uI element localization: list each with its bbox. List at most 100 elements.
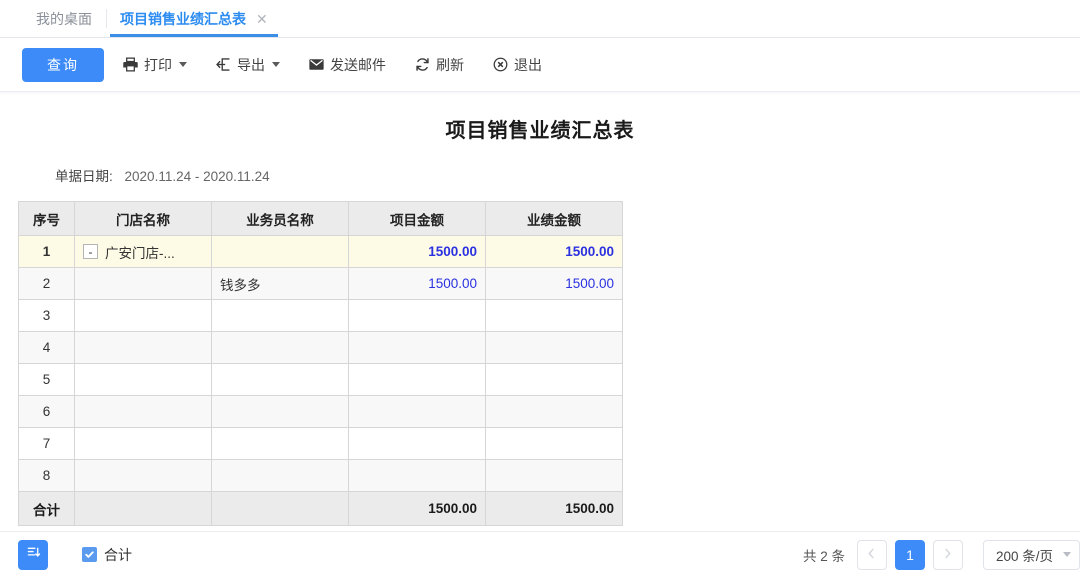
cell-performance-amount: 1500.00: [485, 235, 623, 268]
total-staff-name: [211, 491, 349, 526]
cell-staff-name: [211, 459, 349, 492]
page-size-select[interactable]: 200 条/页: [982, 539, 1080, 570]
export-icon: [215, 56, 232, 73]
cell-seq: 5: [18, 363, 75, 396]
cell-project-amount: [348, 299, 486, 332]
table-row[interactable]: 4: [18, 331, 623, 364]
close-icon[interactable]: ✕: [256, 12, 268, 26]
column-header-project-amount[interactable]: 项目金额: [348, 201, 486, 236]
toolbar: 查询 打印 导出 发送邮件 刷新 退出: [0, 38, 1080, 92]
cell-staff-name: [211, 395, 349, 428]
cell-store-name: - 广安门店-...: [74, 235, 212, 268]
print-label: 打印: [144, 56, 172, 73]
table-total-row: 合计 1500.00 1500.00: [18, 491, 623, 526]
export-label: 导出: [237, 56, 265, 73]
cell-seq: 7: [18, 427, 75, 460]
table-row[interactable]: 6: [18, 395, 623, 428]
cell-staff-name: 钱多多: [211, 267, 349, 300]
cell-project-amount: [348, 395, 486, 428]
pagination-total-text: 共 2 条: [802, 548, 845, 564]
cell-store-name: [74, 427, 212, 460]
query-button[interactable]: 查询: [22, 47, 104, 82]
pagination-page-1[interactable]: 1: [894, 539, 925, 570]
cell-performance-amount: [485, 427, 623, 460]
column-header-seq[interactable]: 序号: [18, 201, 75, 236]
export-button[interactable]: 导出: [205, 48, 290, 82]
table-row[interactable]: 3: [18, 299, 623, 332]
tab-project-sales-report[interactable]: 项目销售业绩汇总表 ✕: [106, 0, 282, 37]
cell-staff-name: [211, 299, 349, 332]
total-checkbox[interactable]: 合计: [82, 545, 132, 565]
row-expander-icon[interactable]: -: [83, 244, 98, 259]
cell-project-amount: [348, 363, 486, 396]
cell-project-amount: [348, 331, 486, 364]
column-header-staff-name[interactable]: 业务员名称: [211, 201, 349, 236]
cell-project-amount: 1500.00: [348, 235, 486, 268]
cell-performance-amount: [485, 363, 623, 396]
exit-label: 退出: [514, 56, 542, 73]
filter-date-label: 单据日期:: [55, 169, 113, 184]
cell-seq: 6: [18, 395, 75, 428]
cell-seq: 1: [18, 235, 75, 268]
mail-icon: [308, 56, 325, 73]
exit-circle-icon: [492, 56, 509, 73]
cell-store-name: [74, 459, 212, 492]
table-row[interactable]: 8: [18, 459, 623, 492]
chevron-right-icon: [943, 548, 952, 562]
column-header-performance-amount[interactable]: 业绩金额: [485, 201, 623, 236]
table-row[interactable]: 5: [18, 363, 623, 396]
report-table: 序号 门店名称 业务员名称 项目金额 业绩金额 1 - 广安门店-... 1500…: [18, 201, 623, 526]
cell-store-name: [74, 267, 212, 300]
pagination-next-button[interactable]: [932, 539, 963, 570]
tab-active-indicator: [110, 34, 278, 37]
refresh-label: 刷新: [436, 56, 464, 73]
store-name-text: 广安门店-...: [105, 245, 175, 261]
total-performance-amount: 1500.00: [485, 491, 623, 526]
cell-project-amount: 1500.00: [348, 267, 486, 300]
send-mail-label: 发送邮件: [330, 56, 386, 73]
cell-seq: 4: [18, 331, 75, 364]
chevron-down-icon[interactable]: [179, 62, 187, 67]
table-row[interactable]: 2 钱多多 1500.00 1500.00: [18, 267, 623, 300]
print-button[interactable]: 打印: [112, 48, 197, 82]
table-header: 序号 门店名称 业务员名称 项目金额 业绩金额: [18, 201, 623, 236]
printer-icon: [122, 56, 139, 73]
checkbox-checked-icon[interactable]: [82, 547, 97, 562]
total-store-name: [74, 491, 212, 526]
cell-performance-amount: [485, 395, 623, 428]
table-row[interactable]: 1 - 广安门店-... 1500.00 1500.00: [18, 235, 623, 268]
cell-performance-amount: [485, 331, 623, 364]
table-body: 1 - 广安门店-... 1500.00 1500.00 2 钱多多 1500.0…: [18, 235, 623, 526]
report-table-container: 序号 门店名称 业务员名称 项目金额 业绩金额 1 - 广安门店-... 1500…: [18, 201, 623, 526]
tab-label: 我的桌面: [36, 10, 92, 27]
page-size-label: 200 条/页: [995, 548, 1053, 564]
footer-bar: 合计 共 2 条 1 200 条/页: [0, 531, 1080, 577]
refresh-icon: [414, 56, 431, 73]
chevron-down-icon: [1063, 552, 1071, 557]
total-label: 合计: [18, 491, 75, 526]
tab-my-desktop[interactable]: 我的桌面: [22, 0, 106, 37]
cell-performance-amount: 1500.00: [485, 267, 623, 300]
table-row[interactable]: 7: [18, 427, 623, 460]
report-area: 项目销售业绩汇总表 单据日期: 2020.11.24 - 2020.11.24 …: [0, 92, 1080, 577]
cell-seq: 3: [18, 299, 75, 332]
summary-list-icon: [26, 545, 41, 565]
summary-settings-button[interactable]: [18, 539, 48, 570]
cell-seq: 2: [18, 267, 75, 300]
pagination: 共 2 条 1 200 条/页: [802, 539, 1080, 570]
cell-seq: 8: [18, 459, 75, 492]
cell-store-name: [74, 363, 212, 396]
table-header-row: 序号 门店名称 业务员名称 项目金额 业绩金额: [18, 201, 623, 236]
chevron-down-icon[interactable]: [272, 62, 280, 67]
refresh-button[interactable]: 刷新: [404, 48, 474, 82]
cell-store-name: [74, 331, 212, 364]
total-project-amount: 1500.00: [348, 491, 486, 526]
send-mail-button[interactable]: 发送邮件: [298, 48, 396, 82]
pagination-prev-button[interactable]: [856, 539, 887, 570]
cell-performance-amount: [485, 299, 623, 332]
cell-staff-name: [211, 427, 349, 460]
column-header-store-name[interactable]: 门店名称: [74, 201, 212, 236]
exit-button[interactable]: 退出: [482, 48, 552, 82]
cell-store-name: [74, 299, 212, 332]
cell-staff-name: [211, 331, 349, 364]
